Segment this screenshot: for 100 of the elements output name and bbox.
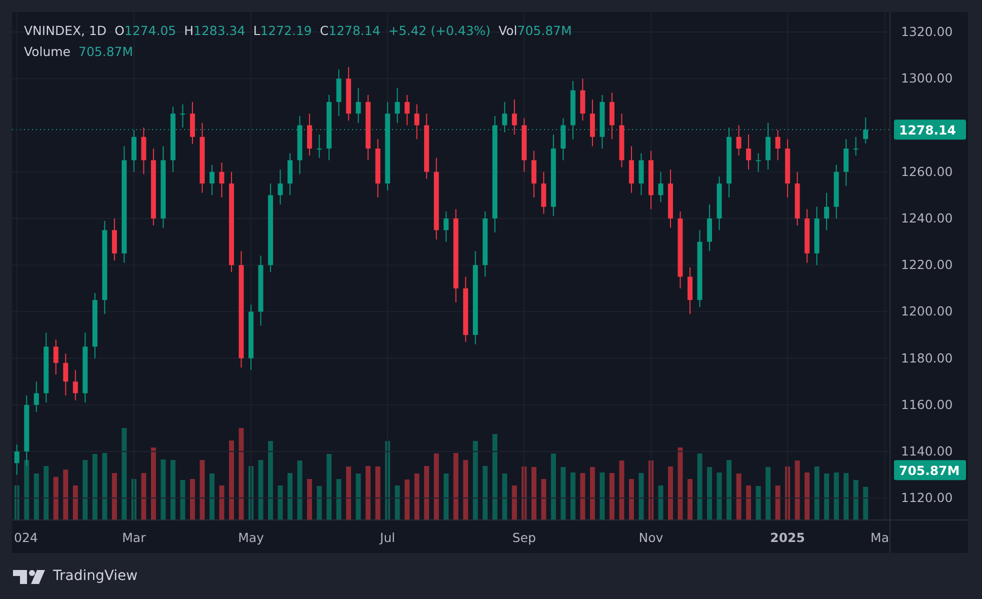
candlestick (756, 152, 761, 172)
candlestick (278, 169, 283, 205)
last-price-badge: 1278.14 (894, 120, 966, 140)
candlestick (804, 208, 810, 264)
candlestick (531, 150, 536, 198)
candlestick (170, 106, 176, 172)
candlestick (560, 118, 566, 161)
price-axis-label: 1260.00 (901, 164, 953, 179)
candlestick (580, 78, 586, 122)
brand-name[interactable]: TradingView (53, 566, 138, 587)
candlestick (502, 101, 508, 133)
ohlc-value: O1274.05 (114, 22, 176, 40)
candlestick (707, 204, 712, 252)
candlestick (638, 152, 644, 196)
candlestick (512, 99, 517, 136)
candlestick (766, 122, 771, 170)
candlestick (824, 192, 830, 231)
candlestick (726, 127, 732, 198)
candlestick (53, 339, 58, 376)
candlestick (288, 152, 293, 196)
candlestick (258, 255, 264, 326)
candlestick (424, 113, 430, 180)
candlestick (628, 146, 634, 194)
candlestick (844, 138, 849, 186)
candlestick (619, 113, 624, 168)
price-axis-label: 1140.00 (901, 444, 953, 458)
time-axis-label: Sep (512, 530, 536, 545)
volume-badge: 705.87M (894, 460, 966, 480)
candlestick (736, 124, 742, 156)
price-axis-label: 1240.00 (901, 210, 953, 226)
time-axis-label: May (238, 530, 264, 545)
candlestick (658, 171, 664, 203)
time-axis-label: 2025 (770, 530, 805, 545)
candlestick (307, 113, 312, 156)
candlestick (336, 68, 342, 116)
candlestick (34, 381, 39, 412)
candlestick (853, 136, 858, 156)
price-axis-label: 1200.00 (901, 304, 953, 319)
candlestick (141, 127, 146, 175)
candlestick (834, 164, 839, 219)
candlestick (14, 444, 20, 476)
candlestick (248, 304, 254, 370)
candlestick (92, 292, 98, 359)
symbol-label: VNINDEX, 1D (24, 22, 107, 40)
candlestick (444, 210, 449, 242)
candlestick (375, 138, 380, 198)
price-axis-label: 1180.00 (901, 350, 953, 366)
candlestick (190, 101, 195, 144)
candlestick (522, 118, 527, 172)
time-axis-label: Nov (638, 530, 664, 545)
volume-value: Vol705.87M (498, 22, 572, 40)
candlestick (688, 266, 692, 314)
time-axis-label: Ma (870, 530, 889, 545)
candlestick (112, 218, 117, 261)
volume-label: Volume (24, 43, 70, 61)
time-axis-label: Jul (380, 530, 396, 545)
price-axis-label: 1160.00 (901, 396, 953, 412)
price-axis-label: 1320.00 (901, 24, 953, 40)
candlestick (346, 66, 352, 122)
volume-value: 705.87M (78, 43, 134, 61)
candlestick (131, 129, 136, 172)
candlestick (63, 353, 68, 396)
ohlc-value: L1272.19 (253, 22, 312, 40)
candlestick (609, 92, 614, 140)
candlestick (24, 395, 30, 466)
candlestick (180, 104, 186, 128)
candlestick (794, 171, 800, 226)
candlestick (366, 94, 371, 161)
candlestick (863, 117, 868, 144)
candlestick (394, 87, 400, 124)
candlestick (297, 115, 302, 175)
candlestick (570, 80, 576, 140)
candlestick (746, 134, 752, 170)
candlestick (210, 164, 214, 196)
candlestick (44, 332, 49, 404)
candlestick (72, 369, 78, 401)
change-value: +5.42 (+0.43%) (388, 22, 491, 40)
candlestick (82, 332, 88, 404)
candlestick (316, 134, 322, 158)
candlestick (590, 99, 595, 147)
candlestick (541, 171, 546, 214)
ohlc-value: C1278.14 (320, 22, 380, 40)
candlestick (200, 122, 205, 194)
candlestick (785, 138, 790, 198)
candlestick (414, 104, 420, 140)
candlestick (326, 94, 332, 161)
time-axis-label: Mar (122, 530, 146, 545)
candlestick (482, 210, 488, 278)
candlestick (463, 276, 468, 342)
price-axis-label: 1300.00 (901, 70, 953, 86)
price-axis-label: 1120.00 (901, 490, 953, 506)
candlestick (814, 206, 820, 266)
candlestick (716, 176, 722, 231)
time-axis-label: 024 (14, 530, 38, 545)
price-axis-label: 1220.00 (901, 257, 953, 272)
ohlc-value: H1283.34 (184, 22, 246, 40)
candlestick (668, 169, 673, 228)
candlestick (775, 129, 780, 161)
candlestick (356, 87, 361, 124)
candlestick (600, 94, 605, 150)
